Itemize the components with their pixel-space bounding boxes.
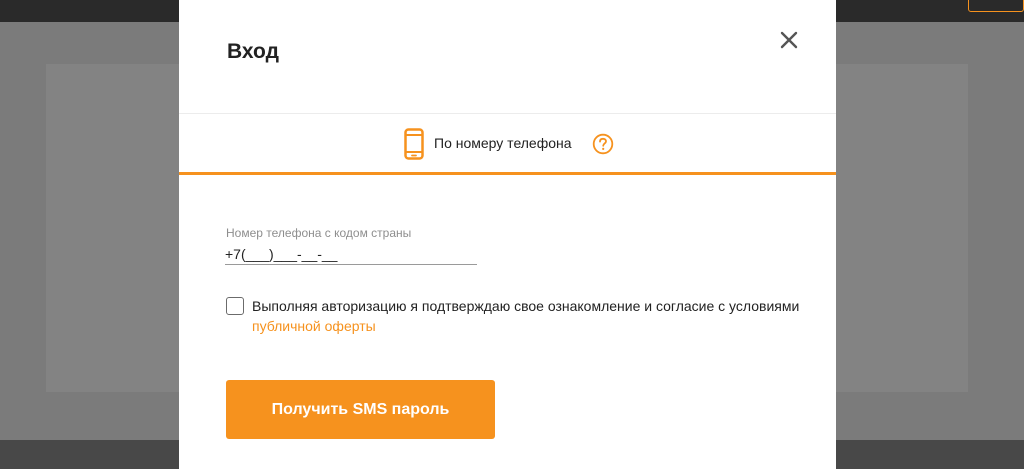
- tab-phone-number[interactable]: По номеру телефона: [179, 114, 836, 172]
- consent-text-main: Выполняя авторизацию я подтверждаю свое …: [252, 298, 800, 314]
- tab-label: По номеру телефона: [434, 135, 572, 151]
- tab-active-indicator: [179, 172, 836, 175]
- phone-icon: [404, 128, 424, 160]
- background-header-button: [968, 0, 1024, 12]
- get-sms-password-button[interactable]: Получить SMS пароль: [226, 380, 495, 439]
- login-modal: Вход По номеру телефона Номер телефона с…: [179, 0, 836, 469]
- consent-checkbox[interactable]: [226, 297, 244, 315]
- close-icon[interactable]: [777, 28, 801, 52]
- help-icon[interactable]: [592, 133, 614, 155]
- modal-title: Вход: [227, 40, 279, 63]
- consent-text: Выполняя авторизацию я подтверждаю свое …: [252, 296, 812, 336]
- phone-field-label: Номер телефона с кодом страны: [226, 226, 412, 240]
- phone-input[interactable]: [225, 244, 477, 265]
- public-offer-link[interactable]: публичной оферты: [252, 318, 376, 334]
